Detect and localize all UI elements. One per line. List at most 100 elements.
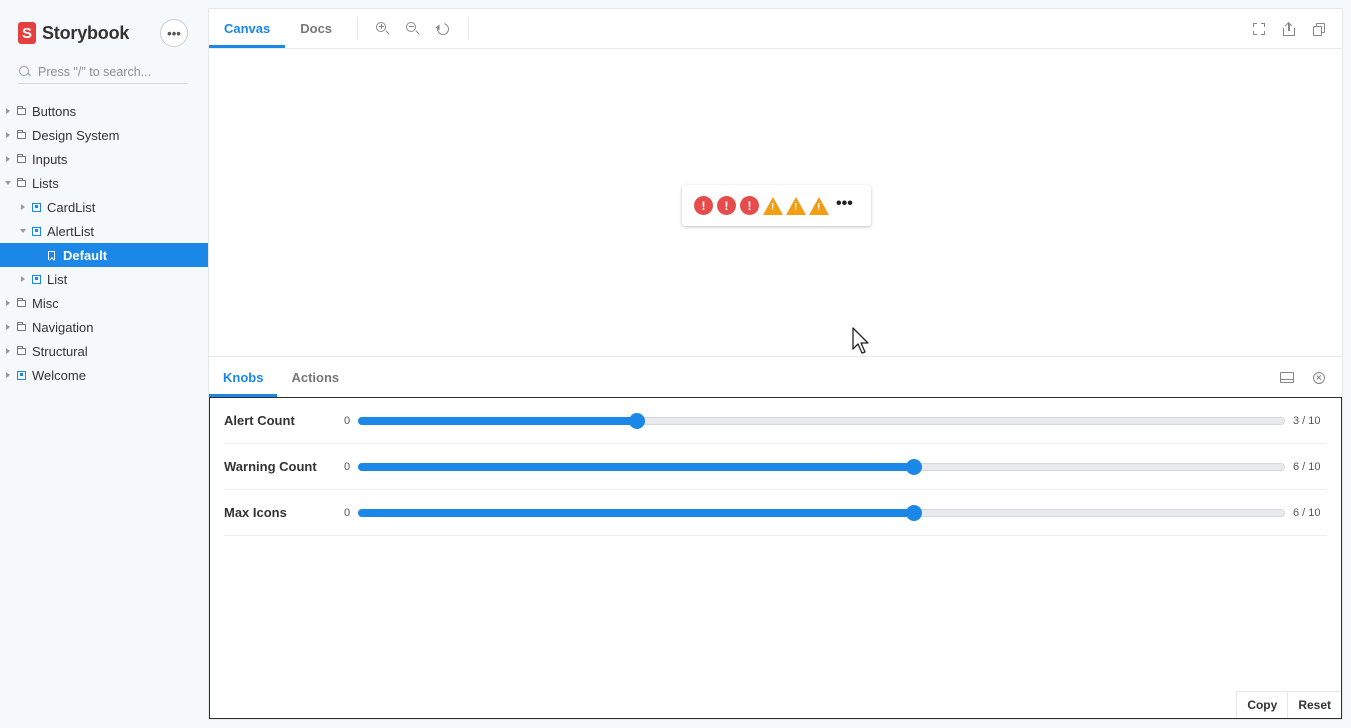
alert-list-component: ! ! ! ! ! ! ••• <box>682 185 871 226</box>
open-new-tab-button[interactable] <box>1274 9 1304 49</box>
component-icon <box>32 202 41 212</box>
sidebar-item-label: Inputs <box>32 151 68 167</box>
chevron-right-icon <box>6 132 10 138</box>
sidebar-item-buttons[interactable]: Buttons <box>0 99 208 123</box>
toolbar-divider <box>468 17 470 40</box>
range-slider[interactable] <box>358 458 1285 475</box>
sidebar-item-label: Design System <box>32 127 120 143</box>
sidebar-item-design-system[interactable]: Design System <box>0 123 208 147</box>
sidebar-item-misc[interactable]: Misc <box>0 291 208 315</box>
chevron-right-icon <box>21 276 25 282</box>
sidebar-item-label: AlertList <box>47 223 94 239</box>
sidebar-item-default[interactable]: Default <box>0 243 208 267</box>
addon-panel: Knobs Actions Alert Count 0 3 / 10 Warni… <box>208 356 1343 720</box>
component-icon <box>32 226 41 236</box>
warning-icon: ! <box>809 196 829 215</box>
zoom-out-button[interactable] <box>398 9 428 48</box>
brand-name: Storybook <box>42 22 130 43</box>
knobs-list: Alert Count 0 3 / 10 Warning Count 0 6 /… <box>209 398 1342 719</box>
warning-icon: ! <box>786 196 806 215</box>
sidebar-item-label: Welcome <box>32 367 86 383</box>
knob-max-icons: Max Icons 0 6 / 10 <box>224 490 1327 536</box>
close-panel-button[interactable] <box>1306 357 1332 398</box>
slider-thumb[interactable] <box>906 458 922 475</box>
zoom-in-button[interactable] <box>368 9 398 48</box>
sidebar-item-structural[interactable]: Structural <box>0 339 208 363</box>
story-canvas: ! ! ! ! ! ! ••• <box>209 49 1342 357</box>
sidebar-item-lists[interactable]: Lists <box>0 171 208 195</box>
slider-thumb[interactable] <box>906 504 922 521</box>
sidebar-item-label: Lists <box>32 175 59 191</box>
chevron-down-icon <box>20 229 26 233</box>
reset-button[interactable]: Reset <box>1288 692 1341 718</box>
chevron-right-icon <box>6 108 10 114</box>
share-icon <box>1283 21 1295 36</box>
more-icon[interactable]: ••• <box>836 195 853 213</box>
sidebar-item-alertlist[interactable]: AlertList <box>0 219 208 243</box>
storybook-logo-icon: S <box>18 22 36 44</box>
slider-fill <box>358 416 637 425</box>
fullscreen-button[interactable] <box>1244 9 1274 49</box>
zoom-in-icon <box>376 21 390 36</box>
addon-panel-tools <box>1274 357 1332 398</box>
preview-right-tools <box>1244 9 1334 49</box>
toggle-panel-position-button[interactable] <box>1274 357 1300 398</box>
slider-thumb[interactable] <box>628 412 645 429</box>
chevron-down-icon <box>5 181 11 185</box>
chevron-right-icon <box>6 156 10 162</box>
bookmark-icon <box>48 250 55 260</box>
chevron-right-icon <box>6 300 10 306</box>
tab-docs[interactable]: Docs <box>285 9 347 48</box>
component-icon <box>32 274 41 284</box>
knob-label: Alert Count <box>224 413 295 428</box>
search-icon <box>18 65 32 79</box>
sidebar-item-list[interactable]: List <box>0 267 208 291</box>
folder-icon <box>17 298 26 307</box>
knob-value: 6 / 10 <box>1293 460 1321 473</box>
folder-icon <box>17 346 26 355</box>
addon-tabs: Knobs Actions <box>209 357 1342 398</box>
copy-link-button[interactable] <box>1304 9 1334 49</box>
chevron-right-icon <box>21 204 25 210</box>
sidebar-item-label: Misc <box>32 295 59 311</box>
sidebar-menu-button[interactable]: ••• <box>160 19 188 47</box>
fullscreen-icon <box>1253 23 1265 35</box>
close-icon <box>1313 371 1325 384</box>
tab-canvas[interactable]: Canvas <box>209 9 286 48</box>
knob-value: 3 / 10 <box>1293 414 1321 427</box>
sidebar-item-label: List <box>47 271 68 287</box>
slider-fill <box>358 508 914 517</box>
sidebar-item-inputs[interactable]: Inputs <box>0 147 208 171</box>
more-horizontal-icon: ••• <box>167 25 181 41</box>
knob-min: 0 <box>344 460 351 473</box>
search-bar <box>18 60 188 84</box>
warning-icon: ! <box>763 196 783 215</box>
knobs-footer: Copy Reset <box>1236 691 1341 718</box>
folder-icon <box>17 178 26 187</box>
tab-knobs[interactable]: Knobs <box>209 357 278 397</box>
range-slider[interactable] <box>358 504 1285 521</box>
alert-icon: ! <box>717 196 736 215</box>
knob-alert-count: Alert Count 0 3 / 10 <box>224 398 1327 444</box>
knob-label: Warning Count <box>224 459 317 474</box>
sidebar-item-label: Default <box>63 247 108 263</box>
sidebar-item-label: Navigation <box>32 319 94 335</box>
sidebar-item-navigation[interactable]: Navigation <box>0 315 208 339</box>
zoom-reset-button[interactable] <box>428 9 458 48</box>
sidebar-item-label: CardList <box>47 199 96 215</box>
chevron-right-icon <box>6 372 10 378</box>
sidebar-item-welcome[interactable]: Welcome <box>0 363 208 387</box>
range-slider[interactable] <box>358 412 1285 429</box>
component-icon <box>17 370 26 380</box>
mouse-pointer-icon <box>852 327 869 354</box>
folder-icon <box>17 130 26 139</box>
sidebar-item-label: Structural <box>32 343 88 359</box>
brand[interactable]: S Storybook <box>18 20 129 46</box>
sidebar-item-cardlist[interactable]: CardList <box>0 195 208 219</box>
copy-icon <box>1313 22 1325 36</box>
tab-actions[interactable]: Actions <box>277 357 353 397</box>
knob-label: Max Icons <box>224 505 287 520</box>
chevron-right-icon <box>6 324 10 330</box>
search-input[interactable] <box>38 64 183 79</box>
copy-button[interactable]: Copy <box>1237 692 1289 718</box>
